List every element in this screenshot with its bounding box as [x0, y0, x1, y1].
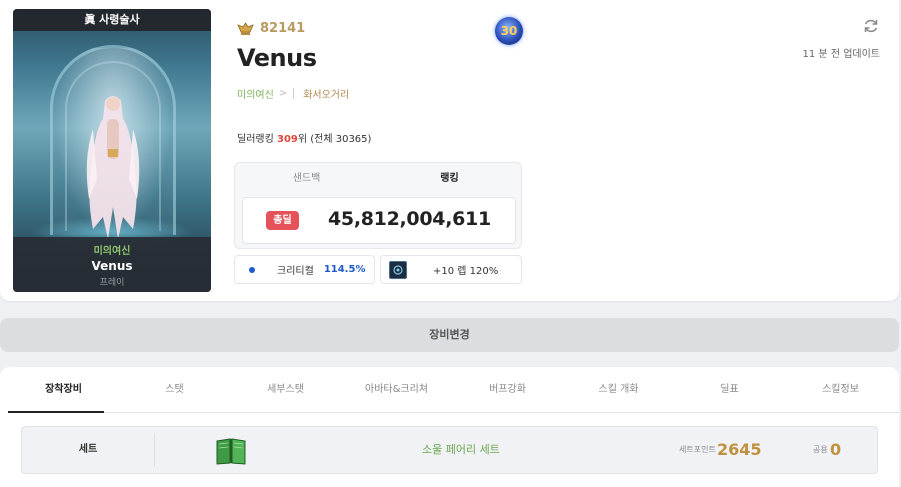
set-name: 소울 페어리 세트 [422, 443, 500, 456]
portrait-info: 미의여신 Venus 프레이 [13, 237, 211, 292]
tab-sandbag[interactable]: 샌드백 [235, 163, 378, 195]
weapon-icon [389, 260, 407, 279]
detail-section: 장착장비 스탯 세부스탯 아바타&크리쳐 버프강화 스킬 개화 딜표 스킬정보 … [0, 367, 899, 487]
weapon-refine-value: +10 렙 120% [433, 266, 499, 277]
set-point-label: 세트포인트 [679, 445, 716, 454]
ranking-prefix: 딜러랭킹 [237, 134, 277, 145]
fame-value: 82141 [260, 21, 306, 36]
set-label: 세트 [78, 444, 98, 455]
portrait-character-name: Venus [91, 259, 133, 273]
fame: 82141 [237, 21, 305, 36]
damage-panel: 샌드백 랭킹 총딜 45,812,004,611 [234, 162, 522, 249]
ranking-suffix: 위 (전체 30365) [297, 134, 372, 145]
character-card: 眞 사령술사 미의여신 Venus 프레이 82141 30 Venus 미의여… [0, 0, 899, 301]
dealer-ranking: 딜러랭킹 309위 (전체 30365) [237, 130, 371, 145]
tab-detail-stats[interactable]: 세부스탯 [230, 367, 341, 412]
total-damage-badge: 총딜 [266, 211, 299, 230]
tab-avatar-creature[interactable]: 아바타&크리쳐 [341, 367, 452, 412]
crit-stat: 크리티컬 114.5% [234, 255, 375, 284]
adventure-link[interactable]: 미의여신 [237, 86, 274, 101]
tab-damage-table[interactable]: 딜표 [674, 367, 785, 412]
character-tags: 미의여신 > 화서오거리 [237, 86, 349, 101]
total-damage-box: 총딜 45,812,004,611 [242, 197, 516, 244]
tab-skill-bloom[interactable]: 스킬 개화 [563, 367, 674, 412]
crit-label: 크리티컬 [277, 266, 314, 277]
tab-skill-info[interactable]: 스킬정보 [785, 367, 896, 412]
chevron-right-icon: > [278, 88, 288, 99]
tab-stats[interactable]: 스탯 [119, 367, 230, 412]
guild-link[interactable]: 화서오거리 [303, 86, 349, 101]
set-divider [154, 433, 155, 467]
fame-icon [237, 21, 254, 35]
tab-buff-enhance[interactable]: 버프강화 [452, 367, 563, 412]
last-updated: 11 분 전 업데이트 [802, 49, 880, 60]
level-badge: 30 [495, 17, 523, 45]
total-damage-value: 45,812,004,611 [328, 208, 491, 230]
tag-divider [293, 88, 295, 99]
server-name: 프레이 [99, 278, 125, 288]
weapon-refine-stat: +10 렙 120% [380, 255, 522, 284]
set-row: 세트 소울 페어리 세트 세트포인트 2645 공용 0 [21, 426, 878, 474]
character-sprite [86, 96, 140, 239]
crit-dot-icon [249, 266, 255, 273]
adventure-name: 미의여신 [93, 246, 131, 257]
ranking-number: 309 [276, 134, 298, 145]
refresh-icon[interactable] [862, 17, 880, 35]
tab-equipment[interactable]: 장착장비 [8, 367, 119, 413]
common-value: 0 [830, 440, 842, 459]
damage-tabs: 샌드백 랭킹 [235, 163, 521, 195]
book-icon [216, 438, 246, 465]
tab-ranking[interactable]: 랭킹 [378, 163, 521, 195]
character-portrait: 眞 사령술사 미의여신 Venus 프레이 [13, 9, 211, 292]
character-name: Venus [237, 44, 317, 72]
common-label: 공용 [813, 445, 828, 454]
change-equipment-button[interactable]: 장비변경 [0, 318, 899, 352]
detail-tabs: 장착장비 스탯 세부스탯 아바타&크리쳐 버프강화 스킬 개화 딜표 스킬정보 [8, 367, 899, 413]
set-point-value: 2645 [717, 440, 762, 459]
job-name: 眞 사령술사 [13, 9, 211, 31]
crit-value: 114.5% [323, 264, 366, 275]
